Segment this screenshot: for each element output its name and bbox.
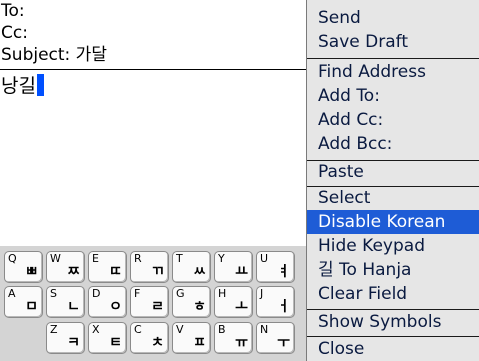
key-hangul: ㅜ	[277, 335, 290, 351]
key-r[interactable]: Rㄲ	[130, 251, 169, 283]
key-hangul: ㅓ	[277, 299, 290, 315]
menu-item-select[interactable]: Select	[307, 186, 479, 210]
key-latin: B	[218, 323, 226, 336]
menu-item-clear-field[interactable]: Clear Field	[307, 282, 479, 306]
key-latin: Z	[50, 323, 58, 336]
korean-keypad: Qㅃ Wㅉ Eㄸ Rㄲ Tㅆ Yㅛ Uㅕ Aㅁ Sㄴ Dㅇ Fㄹ Gㅎ Hㅗ J…	[0, 246, 306, 361]
key-hangul: ㅗ	[235, 299, 248, 315]
cc-field[interactable]: Cc:	[1, 23, 28, 43]
key-t[interactable]: Tㅆ	[172, 251, 211, 283]
menu-item-add-bcc[interactable]: Add Bcc:	[307, 132, 479, 156]
key-latin: X	[92, 323, 100, 336]
key-h[interactable]: Hㅗ	[214, 286, 253, 318]
key-hangul: ㅇ	[109, 299, 122, 315]
key-f[interactable]: Fㄹ	[130, 286, 169, 318]
key-hangul: ㄲ	[151, 264, 164, 280]
menu-item-hide-keypad[interactable]: Hide Keypad	[307, 234, 479, 258]
key-latin: G	[176, 287, 185, 300]
key-latin: E	[92, 252, 99, 265]
key-hangul: ㅊ	[151, 335, 164, 351]
key-w[interactable]: Wㅉ	[46, 251, 85, 283]
key-hangul: ㄹ	[151, 299, 164, 315]
menu-item-find-address[interactable]: Find Address	[307, 60, 479, 84]
message-body-text: 낭길	[1, 75, 36, 97]
menu-item-close[interactable]: Close	[307, 337, 479, 361]
key-j[interactable]: Jㅓ	[256, 286, 295, 318]
context-menu: Send Save Draft Find Address Add To: Add…	[306, 0, 479, 361]
key-hangul: ㄸ	[109, 264, 122, 280]
key-hangul: ㅕ	[277, 264, 290, 280]
key-z[interactable]: Zㅋ	[46, 322, 85, 354]
message-body[interactable]: 낭길	[1, 74, 44, 98]
key-b[interactable]: Bㅠ	[214, 322, 253, 354]
key-g[interactable]: Gㅎ	[172, 286, 211, 318]
key-hangul: ㅛ	[235, 264, 248, 280]
key-latin: Y	[218, 252, 225, 265]
key-hangul: ㅋ	[67, 335, 80, 351]
key-a[interactable]: Aㅁ	[4, 286, 43, 318]
key-u[interactable]: Uㅕ	[256, 251, 295, 283]
subject-field[interactable]: Subject: 가달	[1, 45, 107, 65]
key-latin: H	[218, 287, 227, 300]
key-q[interactable]: Qㅃ	[4, 251, 43, 283]
key-hangul: ㄴ	[67, 299, 80, 315]
key-latin: D	[92, 287, 101, 300]
key-latin: C	[134, 323, 142, 336]
key-hangul: ㅌ	[109, 335, 122, 351]
menu-separator	[307, 58, 479, 59]
key-d[interactable]: Dㅇ	[88, 286, 127, 318]
key-latin: A	[8, 287, 16, 300]
key-hangul: ㅃ	[25, 264, 38, 280]
text-cursor	[36, 74, 44, 96]
menu-item-save-draft[interactable]: Save Draft	[307, 30, 479, 54]
menu-item-show-symbols[interactable]: Show Symbols	[307, 310, 479, 334]
key-e[interactable]: Eㄸ	[88, 251, 127, 283]
menu-item-send[interactable]: Send	[307, 6, 479, 30]
key-latin: Q	[8, 252, 17, 265]
key-latin: U	[260, 252, 269, 265]
key-latin: S	[50, 287, 57, 300]
to-field[interactable]: To:	[1, 1, 25, 21]
key-latin: V	[176, 323, 184, 336]
key-y[interactable]: Yㅛ	[214, 251, 253, 283]
key-hangul: ㅁ	[25, 299, 38, 315]
key-latin: F	[134, 287, 141, 300]
key-latin: T	[176, 252, 183, 265]
key-c[interactable]: Cㅊ	[130, 322, 169, 354]
key-hangul: ㅉ	[67, 264, 80, 280]
key-hangul: ㅠ	[235, 335, 248, 351]
key-latin: J	[260, 287, 264, 300]
menu-item-to-hanja[interactable]: 길 To Hanja	[307, 258, 479, 282]
menu-item-add-to[interactable]: Add To:	[307, 84, 479, 108]
key-latin: N	[260, 323, 269, 336]
key-x[interactable]: Xㅌ	[88, 322, 127, 354]
key-hangul: ㅎ	[193, 299, 206, 315]
key-v[interactable]: Vㅍ	[172, 322, 211, 354]
menu-item-add-cc[interactable]: Add Cc:	[307, 108, 479, 132]
key-hangul: ㅆ	[193, 264, 206, 280]
key-latin: W	[50, 252, 61, 265]
header-divider	[0, 69, 306, 70]
menu-item-disable-korean[interactable]: Disable Korean	[307, 210, 479, 234]
key-s[interactable]: Sㄴ	[46, 286, 85, 318]
compose-area: To: Cc: Subject: 가달 낭길	[0, 0, 306, 246]
menu-item-paste[interactable]: Paste	[307, 160, 479, 184]
key-latin: R	[134, 252, 142, 265]
key-hangul: ㅍ	[193, 335, 206, 351]
key-n[interactable]: Nㅜ	[256, 322, 295, 354]
